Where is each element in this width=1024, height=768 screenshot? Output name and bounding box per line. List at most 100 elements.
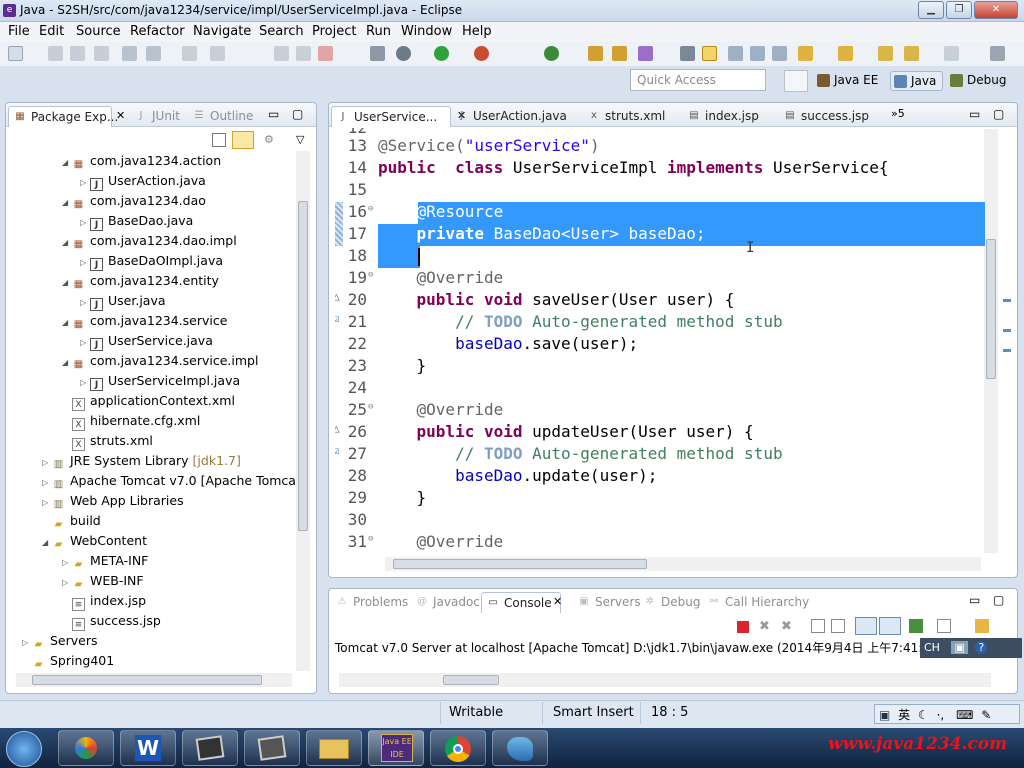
expand-icon[interactable]: ▷ <box>80 333 90 353</box>
tree-item[interactable]: ◢ ▦ com.java1234.service <box>62 311 227 331</box>
expand-icon[interactable]: ▷ <box>80 293 90 313</box>
taskbar-explorer[interactable] <box>306 730 362 766</box>
editor-tab-success[interactable]: ▤ success.jsp <box>779 106 877 127</box>
start-button[interactable] <box>6 731 42 767</box>
tab-javadoc[interactable]: @ Javadoc <box>411 592 488 613</box>
terminate-icon[interactable] <box>318 46 333 61</box>
code-line[interactable]: @Override <box>378 268 504 287</box>
tree-item[interactable]: ▷ J BaseDaOImpl.java <box>80 251 223 271</box>
scrollbar-thumb[interactable] <box>986 239 996 379</box>
menu-help[interactable]: Help <box>462 24 492 39</box>
taskbar-wps[interactable]: W <box>120 730 176 766</box>
fold-icon[interactable]: ⊖ <box>368 402 373 412</box>
new-java-project-icon[interactable] <box>544 46 559 61</box>
scrollbar-thumb[interactable] <box>298 201 308 531</box>
code-line[interactable]: } <box>378 488 427 507</box>
menu-project[interactable]: Project <box>312 24 356 39</box>
clean-icon[interactable] <box>146 46 161 61</box>
redo-icon[interactable] <box>210 46 225 61</box>
tree-item[interactable]: ◢ ▦ com.java1234.action <box>62 151 221 171</box>
collapse-all-icon[interactable] <box>212 133 226 147</box>
tree-item[interactable]: ▷ J UserAction.java <box>80 171 206 191</box>
h-scrollbar-thumb[interactable] <box>393 559 647 569</box>
tab-servers[interactable]: ▣ Servers <box>573 592 649 613</box>
tree-horizontal-scrollbar[interactable] <box>16 673 292 687</box>
taskbar-cmd[interactable] <box>182 730 238 766</box>
tree-item[interactable]: ▷ ▰ META-INF <box>62 551 148 571</box>
tree-item[interactable]: ▷ ▰ WEB-INF <box>62 571 144 591</box>
tree-item[interactable]: ▷ J User.java <box>80 291 166 311</box>
display-console-icon[interactable] <box>937 619 951 633</box>
debug-icon[interactable] <box>396 46 411 61</box>
expand-icon[interactable]: ▷ <box>42 453 52 473</box>
run-icon[interactable] <box>434 46 449 61</box>
ruler-marker[interactable] <box>1003 329 1011 332</box>
print-icon[interactable] <box>94 46 109 61</box>
annotation-icon[interactable] <box>680 46 695 61</box>
tab-call-hierarchy[interactable]: ⚯ Call Hierarchy <box>703 592 817 613</box>
tree-item[interactable]: XapplicationContext.xml <box>62 391 235 411</box>
step-icon[interactable] <box>274 46 289 61</box>
perspective-java[interactable]: Java <box>890 71 944 91</box>
expand-icon[interactable]: ▷ <box>80 373 90 393</box>
taskbar-eclipse[interactable]: Java EE IDE <box>368 730 424 766</box>
save-icon[interactable] <box>48 46 63 61</box>
suspend-icon[interactable] <box>296 46 311 61</box>
maximize-console-icon[interactable]: ▢ <box>993 593 1004 607</box>
taskbar-chrome[interactable] <box>430 730 486 766</box>
expand-icon[interactable]: ▷ <box>62 553 72 573</box>
expand-icon[interactable]: ▷ <box>62 573 72 593</box>
open-folder-icon[interactable] <box>612 46 627 61</box>
tree-item[interactable]: ◢ ▰ WebContent <box>42 531 147 551</box>
save-all-icon[interactable] <box>70 46 85 61</box>
override-marker-icon[interactable]: △ <box>335 290 345 303</box>
code-line[interactable]: @Override <box>378 400 504 419</box>
pin-console-icon[interactable] <box>909 619 923 633</box>
tree-item[interactable]: ▷ J UserServiceImpl.java <box>80 371 240 391</box>
maximize-view-icon[interactable]: ▢ <box>292 107 303 121</box>
code-line[interactable]: @Service("userService") <box>378 136 600 155</box>
close-console-icon[interactable]: ✕ <box>553 595 562 608</box>
tab-overflow-button[interactable]: »5 <box>891 107 905 120</box>
expand-icon[interactable]: ▷ <box>80 253 90 273</box>
tree-item[interactable]: ◢ ▦ com.java1234.dao.impl <box>62 231 237 251</box>
link-editor-icon[interactable] <box>232 131 254 149</box>
undo-icon[interactable] <box>182 46 197 61</box>
taskbar-dolphin[interactable] <box>492 730 548 766</box>
view-menu-icon[interactable]: ⚙ <box>264 133 278 147</box>
tree-item[interactable]: ▷ ▰ Servers <box>22 631 98 651</box>
perspective-javaee[interactable]: Java EE <box>814 71 884 91</box>
h-scrollbar-thumb[interactable] <box>32 675 262 685</box>
show-whitespace-icon[interactable] <box>772 46 787 61</box>
ruler-marker[interactable] <box>1003 299 1011 302</box>
fold-icon[interactable]: ⊖ <box>368 270 373 280</box>
minimize-editor-icon[interactable]: ▭ <box>969 107 980 121</box>
new-icon[interactable] <box>8 46 23 61</box>
editor-horizontal-scrollbar[interactable] <box>385 557 981 571</box>
last-edit-icon[interactable] <box>878 46 893 61</box>
ruler-marker[interactable] <box>1003 349 1011 352</box>
taskbar-app-1[interactable] <box>58 730 114 766</box>
code-line[interactable]: public class UserServiceImpl implements … <box>378 158 889 177</box>
task-marker-icon[interactable]: ☑ <box>335 444 345 457</box>
ime-language[interactable]: CH <box>924 641 940 654</box>
tree-item[interactable]: ≡ success.jsp <box>62 611 161 631</box>
minimize-view-icon[interactable]: ▭ <box>268 107 279 121</box>
tree-item[interactable]: ◢ ▦ com.java1234.dao <box>62 191 206 211</box>
override-marker-icon[interactable]: △ <box>335 422 345 435</box>
skip-breakpoints-icon[interactable] <box>370 46 385 61</box>
open-type-icon[interactable] <box>588 46 603 61</box>
code-line[interactable]: public void saveUser(User user) { <box>378 290 735 309</box>
collapse-icon[interactable]: ◢ <box>42 533 52 553</box>
ime-mode-icon[interactable]: ▣ <box>951 641 968 654</box>
ime-status-bar[interactable]: ▣ 英 ☾ ·, ⌨ ✎ <box>874 704 1020 724</box>
tab-junit[interactable]: J JUnit <box>130 106 188 127</box>
tree-item[interactable]: ▷ J UserService.java <box>80 331 213 351</box>
menu-source[interactable]: Source <box>76 24 121 39</box>
menu-search[interactable]: Search <box>259 24 304 39</box>
collapse-icon[interactable]: ◢ <box>62 193 72 213</box>
tree-item[interactable]: ≡ index.jsp <box>62 591 146 611</box>
ime-toolbar[interactable]: CH ▣ ? <box>920 638 1022 658</box>
perspective-debug[interactable]: Debug <box>947 71 1012 91</box>
clear-console-icon[interactable] <box>811 619 825 633</box>
